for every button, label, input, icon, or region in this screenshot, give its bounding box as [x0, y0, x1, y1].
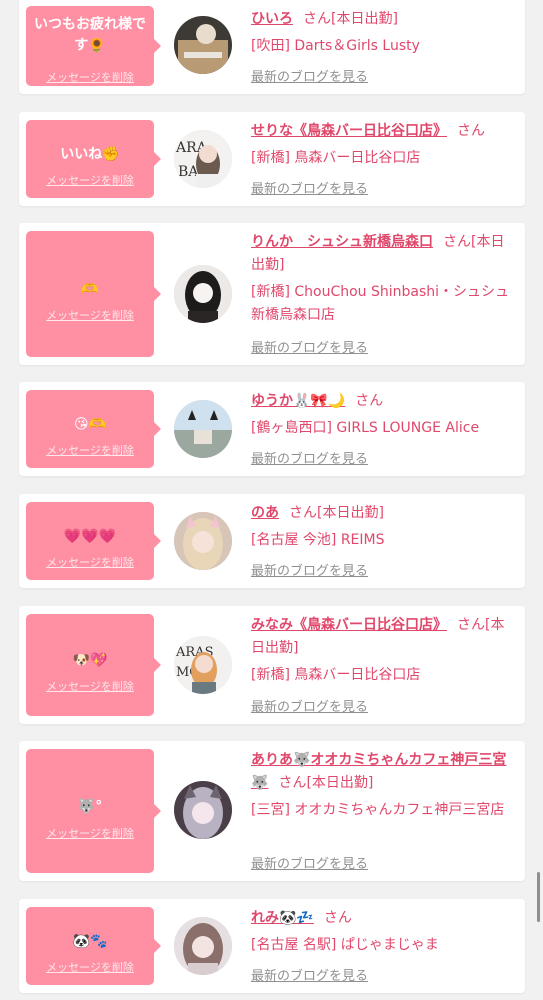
name-line: せりな《鳥森バー日比谷口店》 さん — [251, 120, 517, 143]
message-bubble: いいね✊ メッセージを削除 — [26, 120, 161, 198]
cast-name-link[interactable]: のあ — [251, 505, 279, 521]
name-line: ゆうか🐰🎀🌙 さん — [251, 390, 517, 413]
list-item: 😘🫶 メッセージを削除 ゆうか🐰🎀🌙 さん [鶴ヶ島西口] GIRLS LOUNG… — [19, 382, 525, 476]
message-bubble: 💗💗💗 メッセージを削除 — [26, 502, 161, 580]
message-bubble: いつもお疲れ様です🌻 メッセージを削除 — [26, 6, 161, 86]
status-label: [本日出勤] — [317, 505, 384, 521]
avatar[interactable] — [174, 512, 232, 570]
shop-label: [名古屋 名駅] ぱじゃまじゃま — [251, 937, 439, 953]
message-text: 🐶💖 — [72, 652, 108, 669]
message-text: いつもお疲れ様です🌻 — [34, 16, 146, 54]
latest-blog-link[interactable]: 最新のブログを見る — [251, 448, 368, 467]
name-line: りんか シュシュ新橋烏森口 さん[本日出勤] — [251, 231, 517, 277]
delete-message-link[interactable]: メッセージを削除 — [26, 825, 154, 841]
delete-message-link[interactable]: メッセージを削除 — [26, 959, 154, 975]
delete-message-link[interactable]: メッセージを削除 — [26, 69, 154, 85]
delete-message-link[interactable]: メッセージを削除 — [26, 307, 154, 323]
cast-name-link[interactable]: れみ🐼💤 — [251, 910, 314, 926]
latest-blog-link[interactable]: 最新のブログを見る — [251, 853, 368, 872]
list-item: 🐶💖 メッセージを削除 ARAS MOR みなみ《鳥森バー日比谷口店》さん[本日… — [19, 606, 525, 724]
name-line: のあ さん[本日出勤] — [251, 502, 517, 525]
honorific-label: さん — [443, 234, 471, 250]
message-text: 😘🫶 — [73, 416, 107, 433]
honorific-label: さん — [289, 505, 317, 521]
avatar-photo-icon: ARA BAR — [174, 130, 232, 188]
message-text: 🐺° — [77, 798, 103, 815]
latest-blog-link[interactable]: 最新のブログを見る — [251, 337, 368, 356]
delete-message-link[interactable]: メッセージを削除 — [26, 554, 154, 570]
shop-label: [新橋] 鳥森バー日比谷口店 — [251, 150, 421, 166]
avatar[interactable] — [174, 16, 232, 74]
avatar[interactable] — [174, 917, 232, 975]
message-text: 🐼🐾 — [72, 933, 108, 950]
avatar[interactable] — [174, 400, 232, 458]
avatar-photo-icon — [174, 265, 232, 323]
avatar-photo-icon — [174, 512, 232, 570]
avatar-photo-icon: ARAS MOR — [174, 636, 232, 694]
honorific-label: さん — [457, 123, 485, 139]
message-bubble: 🐼🐾 メッセージを削除 — [26, 907, 161, 985]
shop-label: [名古屋 今池] REIMS — [251, 532, 385, 548]
avatar[interactable] — [174, 781, 232, 839]
cast-name-link[interactable]: せりな《鳥森バー日比谷口店》 — [251, 123, 447, 139]
scrollbar-thumb[interactable] — [537, 872, 540, 922]
message-bubble: 🫶 メッセージを削除 — [26, 231, 161, 357]
honorific-label: さん — [323, 910, 352, 926]
latest-blog-link[interactable]: 最新のブログを見る — [251, 178, 368, 197]
shop-label: [新橋] ChouChou Shinbashi・シュシュ新橋烏森口店 — [251, 284, 510, 323]
shop-label: [鶴ヶ島西口] GIRLS LOUNGE Alice — [251, 420, 480, 436]
shop-label: [吹田] Darts＆Girls Lusty — [251, 38, 420, 54]
delete-message-link[interactable]: メッセージを削除 — [26, 678, 154, 694]
status-label: [本日出勤] — [306, 775, 374, 791]
message-text: いいね✊ — [60, 146, 120, 163]
honorific-label: さん — [278, 775, 307, 791]
honorific-label: さん — [457, 617, 485, 633]
message-text: 💗💗💗 — [63, 528, 117, 545]
list-item: 🐺° メッセージを削除 ありあ🐺オオカミちゃんカフェ神戸三宮🐺 さん[本日出勤] … — [19, 741, 525, 881]
delete-message-link[interactable]: メッセージを削除 — [26, 172, 154, 188]
cast-name-link[interactable]: ゆうか🐰🎀🌙 — [251, 393, 345, 409]
name-line: みなみ《鳥森バー日比谷口店》 さん[本日出勤] — [251, 614, 517, 660]
status-label: [本日出勤] — [331, 11, 398, 27]
avatar-photo-icon — [174, 917, 232, 975]
list-item: 🫶 メッセージを削除 りんか シュシュ新橋烏森口 さん[本日出勤] [新橋] Ch… — [19, 223, 525, 365]
list-item: いつもお疲れ様です🌻 メッセージを削除 ひいろ さん[本日出勤] [吹田] Dar… — [19, 0, 525, 94]
name-line: ありあ🐺オオカミちゃんカフェ神戸三宮🐺 さん[本日出勤] — [251, 749, 517, 795]
avatar-photo-icon — [174, 781, 232, 839]
avatar[interactable]: ARA BAR — [174, 130, 232, 188]
message-bubble: 🐺° メッセージを削除 — [26, 749, 161, 873]
message-bubble: 😘🫶 メッセージを削除 — [26, 390, 161, 468]
cast-name-link[interactable]: りんか シュシュ新橋烏森口 — [251, 234, 433, 250]
latest-blog-link[interactable]: 最新のブログを見る — [251, 66, 368, 85]
list-item: いいね✊ メッセージを削除 ARA BAR せりな《鳥森バー日比谷口店》 さん [… — [19, 112, 525, 206]
list-item: 🐼🐾 メッセージを削除 れみ🐼💤 さん [名古屋 名駅] ぱじゃまじゃま 最新のブ… — [19, 899, 525, 993]
name-line: れみ🐼💤 さん — [251, 907, 517, 930]
latest-blog-link[interactable]: 最新のブログを見る — [251, 965, 368, 984]
latest-blog-link[interactable]: 最新のブログを見る — [251, 696, 368, 715]
message-text: 🫶 — [81, 281, 99, 298]
avatar[interactable] — [174, 265, 232, 323]
avatar-photo-icon — [174, 400, 232, 458]
honorific-label: さん — [355, 393, 384, 409]
honorific-label: さん — [303, 11, 331, 27]
cast-name-link[interactable]: ひいろ — [251, 11, 293, 27]
latest-blog-link[interactable]: 最新のブログを見る — [251, 560, 368, 579]
message-bubble: 🐶💖 メッセージを削除 — [26, 614, 161, 716]
shop-label: [三宮] オオカミちゃんカフェ神戸三宮店 — [251, 802, 505, 818]
name-line: ひいろ さん[本日出勤] — [251, 8, 517, 31]
message-list-screen: いつもお疲れ様です🌻 メッセージを削除 ひいろ さん[本日出勤] [吹田] Dar… — [0, 0, 543, 1000]
cast-name-link[interactable]: みなみ《鳥森バー日比谷口店》 — [251, 617, 447, 633]
list-item: 💗💗💗 メッセージを削除 のあ さん[本日出勤] [名古屋 今池] REIMS 最… — [19, 494, 525, 588]
delete-message-link[interactable]: メッセージを削除 — [26, 442, 154, 458]
avatar[interactable]: ARAS MOR — [174, 636, 232, 694]
avatar-photo-icon — [174, 16, 232, 74]
shop-label: [新橋] 鳥森バー日比谷口店 — [251, 667, 421, 683]
